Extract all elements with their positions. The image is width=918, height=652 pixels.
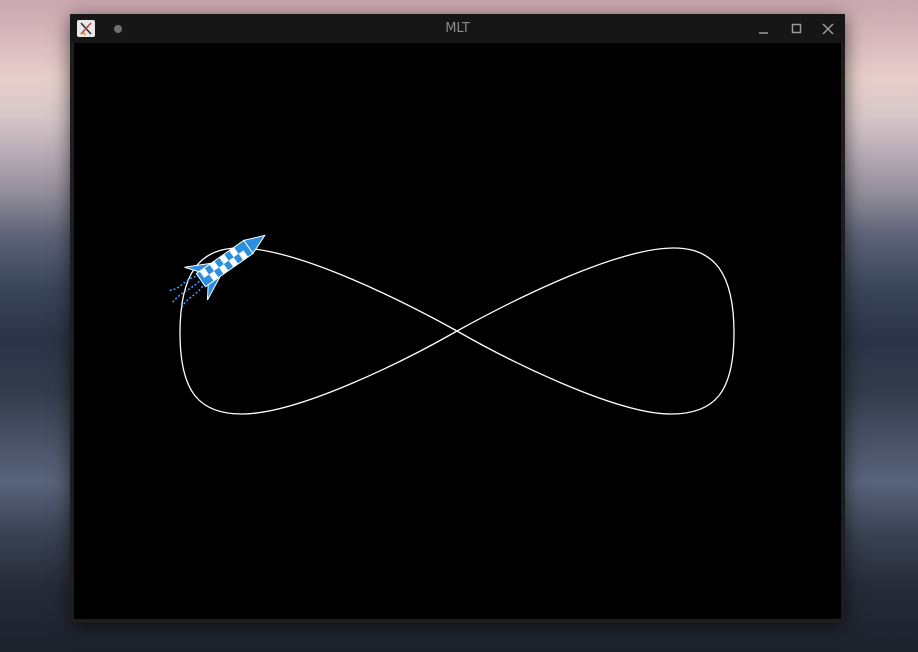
close-icon[interactable] — [821, 21, 835, 35]
app-window: MLT — [70, 14, 845, 623]
scene-canvas — [168, 234, 735, 415]
minimize-icon[interactable] — [757, 21, 771, 35]
maximize-icon[interactable] — [790, 21, 804, 35]
title-bar[interactable]: MLT — [70, 14, 845, 43]
rocket-icon — [168, 234, 266, 309]
render-viewport — [74, 43, 841, 619]
figure-eight-path — [179, 247, 735, 415]
window-title: MLT — [445, 21, 470, 36]
